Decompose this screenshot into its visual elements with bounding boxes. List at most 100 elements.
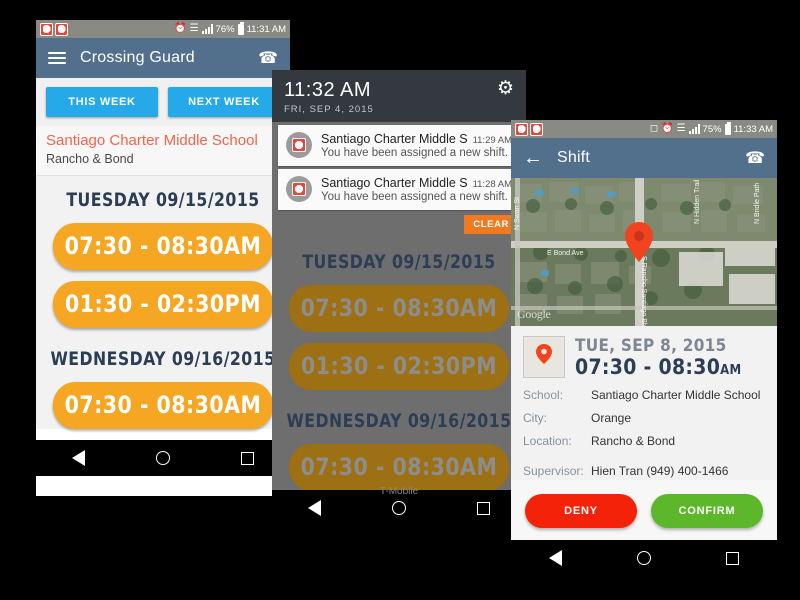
week-tab-bar: THIS WEEK NEXT WEEK xyxy=(36,78,290,126)
alarm-icon: ⏰ xyxy=(661,123,674,134)
system-nav-bar xyxy=(511,540,777,576)
deny-button[interactable]: DENY xyxy=(525,494,637,528)
day-header: WEDNESDAY 09/16/2015 xyxy=(286,410,512,432)
detail-field-supervisor: Supervisor: Hien Tran (949) 400-1466 xyxy=(523,464,765,478)
field-value: Hien Tran (949) 400-1466 xyxy=(591,464,729,478)
shift-detail-panel: TUE, SEP 8, 2015 07:30 - 08:30AM School:… xyxy=(511,326,777,480)
notification-text: You have been assigned a new shift. For … xyxy=(321,147,512,159)
school-name: Santiago Charter Middle School xyxy=(46,132,258,149)
back-arrow-icon[interactable]: ← xyxy=(523,148,543,168)
field-value: Santiago Charter Middle School xyxy=(591,388,761,402)
phone-screen-shift-detail: ◻ ⏰ ☰ 75% 11:33 AM ← Shift ☎ N Swan St E… xyxy=(511,120,777,540)
tab-next-week[interactable]: NEXT WEEK xyxy=(168,87,280,117)
field-label: Location: xyxy=(523,434,572,448)
detail-field-location: Location: Rancho & Bond xyxy=(523,434,765,448)
nav-back-icon[interactable] xyxy=(71,450,85,466)
map-imagery: N Swan St E Bond Ave S Rancho Santiago B… xyxy=(511,178,777,326)
shift-time: 07:30 - 08:30AM xyxy=(575,355,741,379)
map-pin-icon xyxy=(536,343,552,364)
shift-time-suffix: AM xyxy=(720,363,742,378)
clear-button-row: CLEAR xyxy=(272,213,526,234)
usb-icon: ☰ xyxy=(676,123,686,134)
notification-time: 11:29 AM xyxy=(472,135,512,146)
nav-home-icon[interactable] xyxy=(636,551,651,565)
shade-date: FRI, SEP 4, 2015 xyxy=(284,104,374,115)
svg-text:N Bridle Path: N Bridle Path xyxy=(754,183,761,224)
app-bar: ← Shift ☎ xyxy=(511,138,777,178)
tab-this-week[interactable]: THIS WEEK xyxy=(46,87,158,117)
shift-time-range: 07:30 - 08:30 xyxy=(575,355,721,379)
field-label: School: xyxy=(523,388,564,402)
clear-notifications-button[interactable]: CLEAR xyxy=(464,215,518,234)
field-label: Supervisor: xyxy=(523,464,584,478)
shift-slot[interactable]: 07:30 - 08:30AM xyxy=(52,222,274,270)
status-bar: ◻ ⏰ ☰ 75% 11:33 AM xyxy=(511,120,777,138)
shift-slot[interactable]: 01:30 - 02:30PM xyxy=(52,280,274,328)
detail-field-city: City: Orange xyxy=(523,411,765,425)
phone-screen-schedule: ⏰ ☰ 76% 11:31 AM Crossing Guard ☎ THIS W… xyxy=(36,20,290,496)
nav-recents-icon[interactable] xyxy=(241,451,255,465)
map-view[interactable]: N Swan St E Bond Ave S Rancho Santiago B… xyxy=(511,178,777,326)
app-bar: Crossing Guard ☎ xyxy=(36,38,290,78)
nav-recents-icon[interactable] xyxy=(477,501,491,515)
notification-app-icon xyxy=(286,132,312,158)
field-value: Orange xyxy=(591,411,632,425)
phone-icon[interactable]: ☎ xyxy=(745,148,765,168)
status-bar: ⏰ ☰ 76% 11:31 AM xyxy=(36,20,290,38)
battery-icon xyxy=(724,121,731,135)
nav-recents-icon[interactable] xyxy=(726,551,740,565)
carrier-label: T-Mobile xyxy=(379,486,419,497)
school-header: Santiago Charter Middle School Rancho & … xyxy=(36,126,290,176)
battery-icon xyxy=(237,21,244,35)
notification-title: Santiago Charter Middle Scho xyxy=(321,132,468,146)
phone-icon[interactable]: ☎ xyxy=(258,48,278,68)
page-title: Shift xyxy=(557,149,591,166)
notification-app-icon xyxy=(286,176,312,202)
shift-date: TUE, SEP 8, 2015 xyxy=(575,336,727,356)
shift-slot: 01:30 - 02:30PM xyxy=(288,343,510,390)
signal-icon xyxy=(201,24,213,34)
svg-text:S Rancho Santiago Blvd: S Rancho Santiago Blvd xyxy=(640,256,647,326)
action-bar: DENY CONFIRM xyxy=(511,480,777,540)
vibrate-icon: ◻ xyxy=(649,123,659,134)
dimmed-schedule-list: TUESDAY 09/15/2015 07:30 - 08:30AM 01:30… xyxy=(272,234,526,497)
map-thumbnail[interactable] xyxy=(523,336,565,378)
battery-percent: 76% xyxy=(215,23,235,35)
school-location: Rancho & Bond xyxy=(46,151,134,166)
status-notification-icons xyxy=(40,22,68,36)
stop-sign-icon xyxy=(292,182,306,196)
status-notification-icons xyxy=(515,122,543,136)
system-nav-bar xyxy=(36,440,290,476)
page-title: Crossing Guard xyxy=(80,49,195,66)
screenshot-stage: ⏰ ☰ 76% 11:31 AM Crossing Guard ☎ THIS W… xyxy=(0,0,800,600)
notification-item[interactable]: Santiago Charter Middle Scho 11:28 AM Yo… xyxy=(278,169,520,210)
nav-home-icon[interactable] xyxy=(155,451,170,465)
notification-title: Santiago Charter Middle Scho xyxy=(321,176,468,190)
nav-back-icon[interactable] xyxy=(548,550,562,566)
stop-sign-notification-icon xyxy=(40,22,53,36)
stop-sign-icon xyxy=(292,138,306,152)
status-clock: 11:31 AM xyxy=(246,23,286,35)
stop-sign-notification-icon xyxy=(530,122,543,136)
gear-icon[interactable]: ⚙ xyxy=(497,79,514,98)
day-header: TUESDAY 09/15/2015 xyxy=(66,188,260,211)
hamburger-icon[interactable] xyxy=(48,52,66,64)
nav-back-icon[interactable] xyxy=(307,500,321,516)
nav-home-icon[interactable] xyxy=(391,501,406,515)
google-watermark: Google xyxy=(517,307,551,321)
status-clock: 11:33 AM xyxy=(733,123,773,135)
svg-text:N Hidden Trail: N Hidden Trail xyxy=(694,179,701,224)
day-header: WEDNESDAY 09/16/2015 xyxy=(50,347,276,370)
confirm-button[interactable]: CONFIRM xyxy=(651,494,763,528)
usb-icon: ☰ xyxy=(189,23,199,34)
alarm-icon: ⏰ xyxy=(174,23,187,34)
shade-clock: 11:32 AM xyxy=(284,79,372,101)
field-label: City: xyxy=(523,411,547,425)
detail-field-school: School: Santiago Charter Middle School xyxy=(523,388,765,402)
signal-icon xyxy=(688,124,700,134)
notification-time: 11:28 AM xyxy=(472,179,512,190)
shift-slot[interactable]: 07:30 - 08:30AM xyxy=(52,381,274,429)
field-value: Rancho & Bond xyxy=(591,434,676,448)
notification-item[interactable]: Santiago Charter Middle Scho 11:29 AM Yo… xyxy=(278,125,520,166)
stop-sign-notification-icon xyxy=(515,122,528,136)
